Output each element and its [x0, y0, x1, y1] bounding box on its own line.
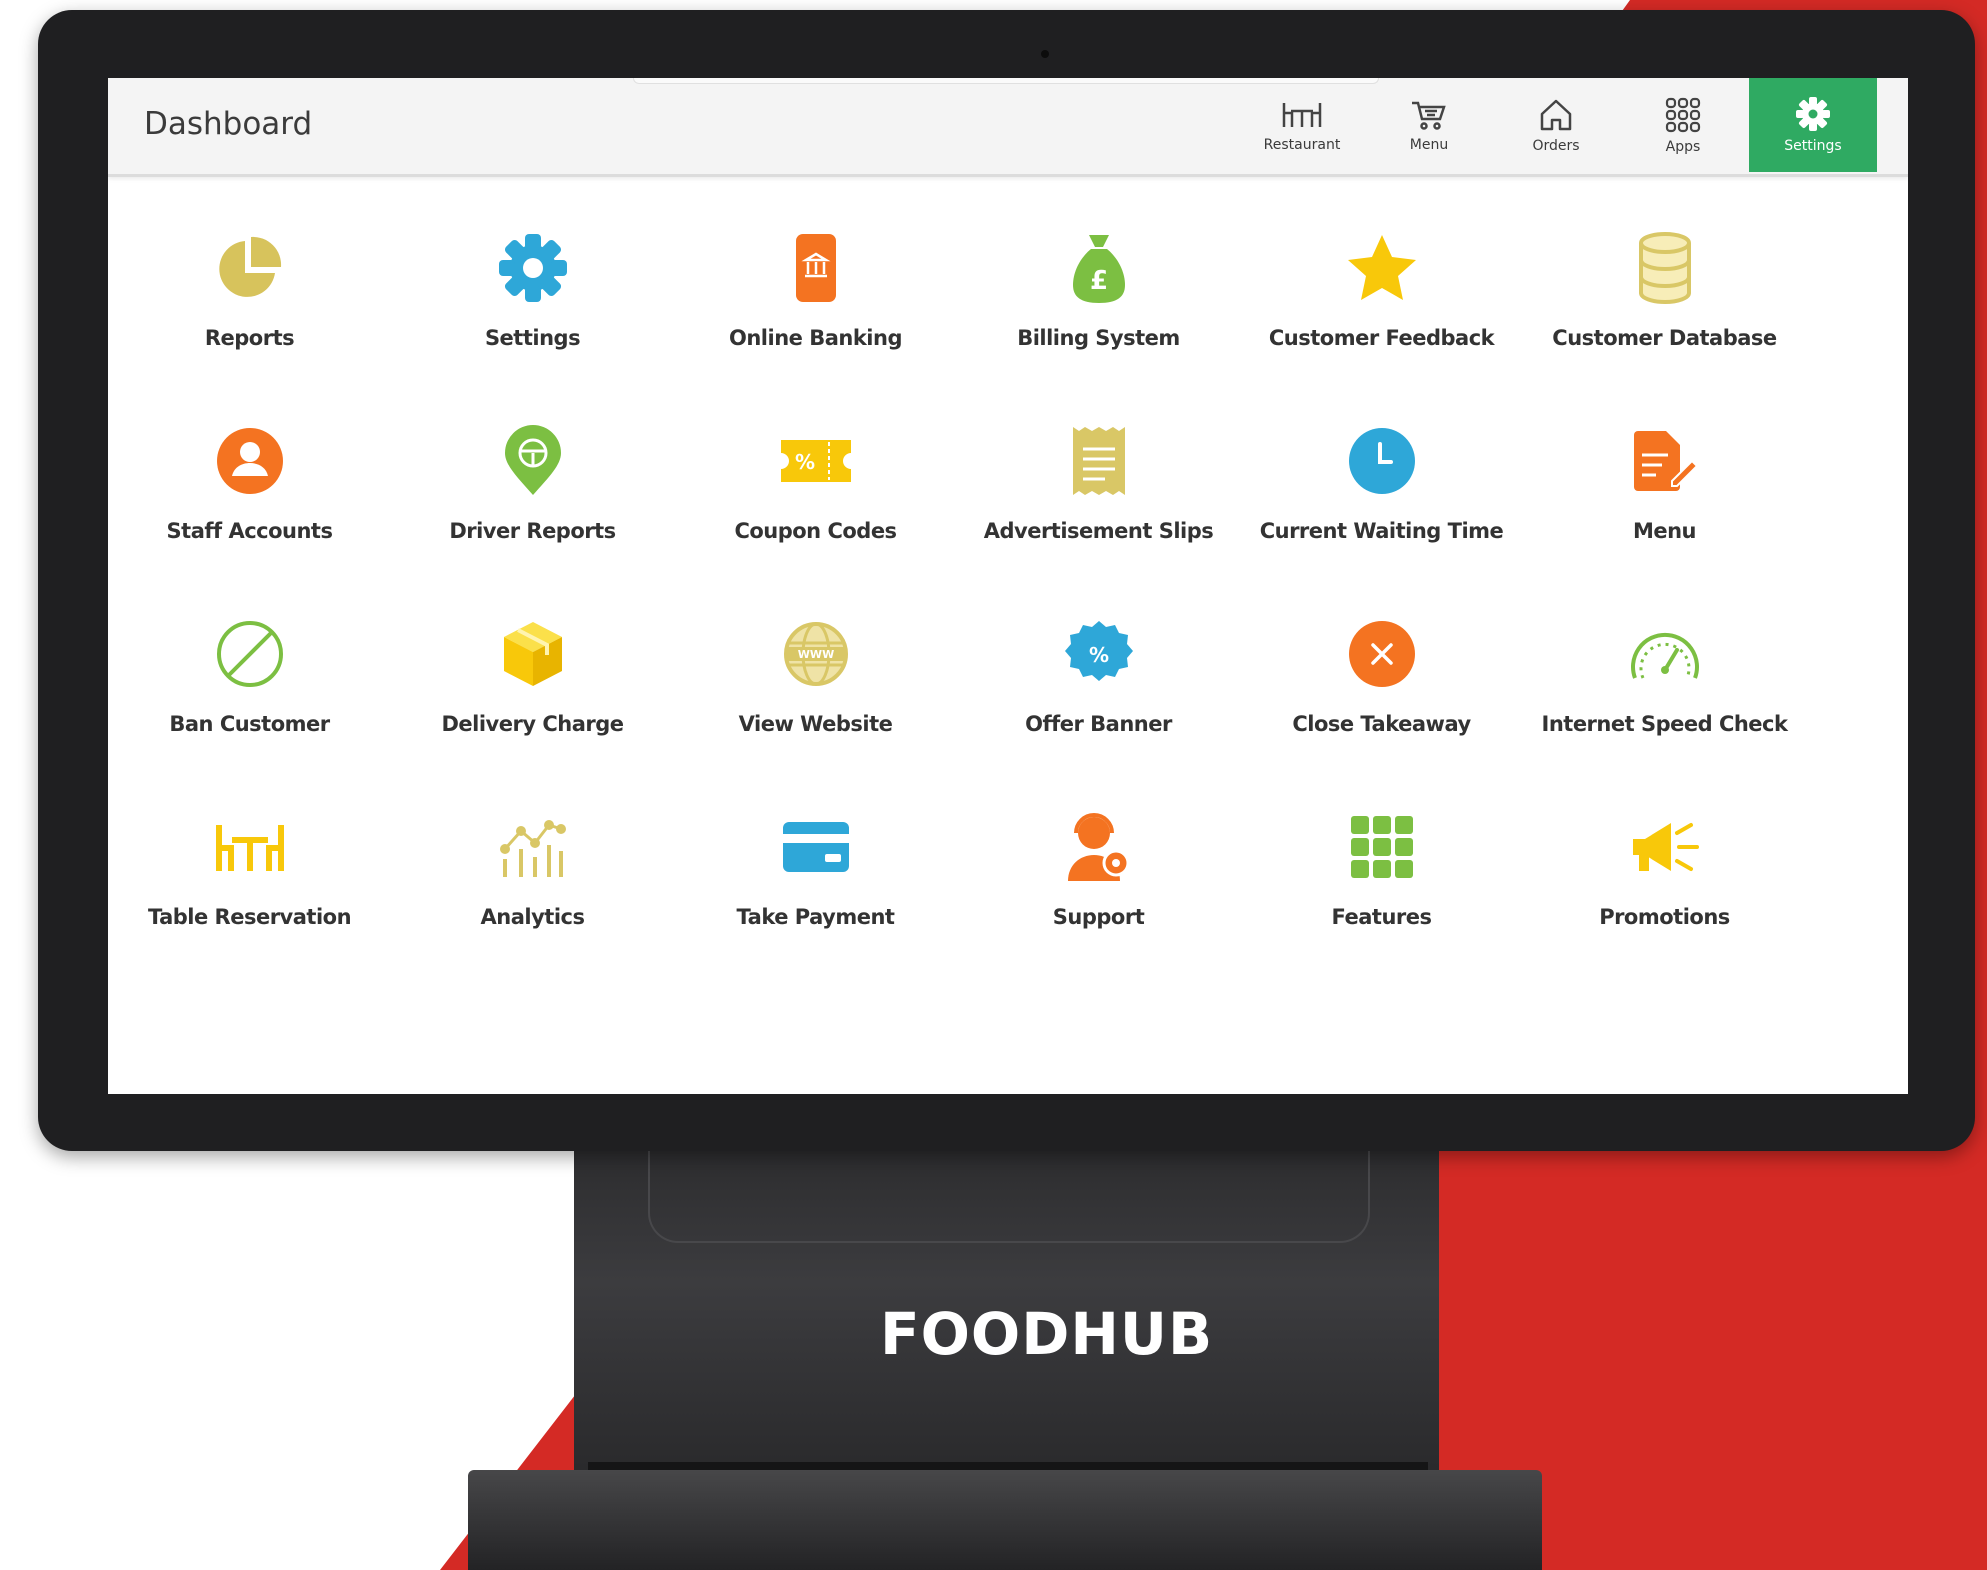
tile-label: Support	[1052, 905, 1145, 929]
star-icon	[1342, 228, 1422, 308]
close-icon	[1342, 614, 1422, 694]
nav-orders[interactable]: Orders	[1492, 78, 1620, 174]
top-bar: Dashboard Restaurant Menu Orders Apps Se…	[108, 78, 1908, 177]
stand-base	[468, 1470, 1542, 1570]
cart-icon	[1412, 101, 1446, 130]
ban-icon	[210, 614, 290, 694]
stand-panel	[648, 1151, 1370, 1243]
tile-advertisement-slips[interactable]: Advertisement Slips	[957, 421, 1240, 581]
tile-customer-database[interactable]: Customer Database	[1523, 228, 1806, 388]
tile-label: Billing System	[1017, 326, 1180, 350]
receipt-icon	[1059, 421, 1139, 501]
nav-label: Menu	[1409, 137, 1449, 153]
tile-label: Coupon Codes	[734, 519, 897, 543]
tile-label: Customer Feedback	[1268, 326, 1495, 350]
tile-reports[interactable]: Reports	[108, 228, 391, 388]
tile-label: View Website	[738, 712, 893, 736]
coupon-icon: %	[776, 421, 856, 501]
nav-label: Apps	[1665, 139, 1701, 155]
tile-current-waiting-time[interactable]: Current Waiting Time	[1240, 421, 1523, 581]
money-bag-icon: £	[1059, 228, 1139, 308]
tile-label: Analytics	[480, 905, 585, 929]
tile-view-website[interactable]: WWW View Website	[674, 614, 957, 774]
tile-online-banking[interactable]: Online Banking	[674, 228, 957, 388]
tile-delivery-charge[interactable]: Delivery Charge	[391, 614, 674, 774]
tile-billing-system[interactable]: £ Billing System	[957, 228, 1240, 388]
nav-label: Settings	[1784, 138, 1842, 154]
apps-grid-icon	[1665, 97, 1701, 133]
nav-restaurant[interactable]: Restaurant	[1238, 78, 1366, 174]
tile-label: Menu	[1632, 519, 1697, 543]
camera-dot	[1041, 50, 1049, 58]
tile-label: Features	[1331, 905, 1433, 929]
nav-label: Restaurant	[1263, 137, 1341, 153]
tile-take-payment[interactable]: Take Payment	[674, 807, 957, 967]
screen: Dashboard Restaurant Menu Orders Apps Se…	[108, 78, 1908, 1094]
tile-features[interactable]: Features	[1240, 807, 1523, 967]
tile-label: Promotions	[1599, 905, 1730, 929]
tile-label: Take Payment	[736, 905, 895, 929]
tile-label: Offer Banner	[1025, 712, 1172, 736]
tile-label: Online Banking	[729, 326, 902, 350]
tile-label: Settings	[484, 326, 581, 350]
tile-label: Advertisement Slips	[983, 519, 1214, 543]
tile-offer-banner[interactable]: % Offer Banner	[957, 614, 1240, 774]
location-pin-icon	[493, 421, 573, 501]
nav-settings[interactable]: Settings	[1749, 78, 1877, 172]
home-icon	[1540, 99, 1572, 131]
tile-coupon-codes[interactable]: % Coupon Codes	[674, 421, 957, 581]
tile-label: Table Reservation	[147, 905, 352, 929]
nav-label: Orders	[1532, 138, 1580, 154]
pie-chart-icon	[210, 228, 290, 308]
svg-text:£: £	[1089, 266, 1107, 296]
phone-bank-icon	[776, 228, 856, 308]
table-icon	[210, 807, 290, 887]
tile-promotions[interactable]: Promotions	[1523, 807, 1806, 967]
menu-edit-icon	[1625, 421, 1705, 501]
nav-apps[interactable]: Apps	[1619, 78, 1747, 174]
tile-customer-feedback[interactable]: Customer Feedback	[1240, 228, 1523, 388]
tile-label: Customer Database	[1552, 326, 1777, 350]
megaphone-icon	[1625, 807, 1705, 887]
tile-internet-speed-check[interactable]: Internet Speed Check	[1523, 614, 1806, 774]
tile-label: Delivery Charge	[441, 712, 624, 736]
globe-icon: WWW	[776, 614, 856, 694]
database-icon	[1625, 228, 1705, 308]
svg-text:%: %	[794, 450, 814, 474]
tile-label: Current Waiting Time	[1259, 519, 1504, 543]
analytics-icon	[493, 807, 573, 887]
tile-staff-accounts[interactable]: Staff Accounts	[108, 421, 391, 581]
tile-menu[interactable]: Menu	[1523, 421, 1806, 581]
tile-label: Close Takeaway	[1292, 712, 1471, 736]
tile-analytics[interactable]: Analytics	[391, 807, 674, 967]
tile-settings[interactable]: Settings	[391, 228, 674, 388]
tile-label: Staff Accounts	[166, 519, 333, 543]
speedometer-icon	[1625, 614, 1705, 694]
gear-icon	[493, 228, 573, 308]
tile-label: Internet Speed Check	[1541, 712, 1788, 736]
gear-icon	[1796, 97, 1830, 131]
svg-text:%: %	[1088, 643, 1108, 667]
nav-menu[interactable]: Menu	[1365, 78, 1493, 174]
tile-label: Driver Reports	[449, 519, 616, 543]
tile-close-takeaway[interactable]: Close Takeaway	[1240, 614, 1523, 774]
foodhub-logo: FOODHUB	[880, 1300, 1214, 1368]
discount-badge-icon: %	[1059, 614, 1139, 694]
clock-icon	[1342, 421, 1422, 501]
table-icon	[1282, 103, 1322, 127]
user-icon	[210, 421, 290, 501]
tile-driver-reports[interactable]: Driver Reports	[391, 421, 674, 581]
tile-label: Ban Customer	[169, 712, 330, 736]
grid-icon	[1342, 807, 1422, 887]
credit-card-icon	[776, 807, 856, 887]
svg-text:WWW: WWW	[797, 648, 833, 661]
page-title: Dashboard	[144, 106, 313, 142]
tile-ban-customer[interactable]: Ban Customer	[108, 614, 391, 774]
tile-support[interactable]: Support	[957, 807, 1240, 967]
box-icon	[493, 614, 573, 694]
tile-table-reservation[interactable]: Table Reservation	[108, 807, 391, 967]
support-agent-icon	[1059, 807, 1139, 887]
tile-label: Reports	[204, 326, 295, 350]
